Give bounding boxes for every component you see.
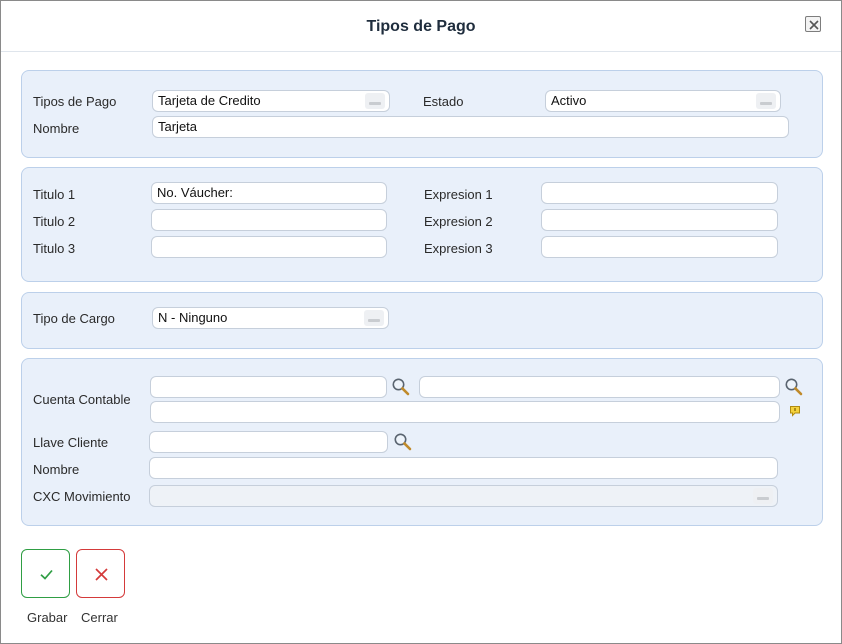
expresion-2-label: Expresion 2 [424, 214, 493, 229]
panel-tipo-cargo: Tipo de Cargo N - Ninguno [21, 292, 823, 349]
cuenta-contable-label: Cuenta Contable [33, 392, 131, 407]
close-icon[interactable] [805, 16, 821, 32]
magnifier-icon[interactable] [391, 377, 410, 396]
titulo-1-input[interactable]: No. Váucher: [151, 182, 387, 204]
panel-general: Tipos de Pago Tarjeta de Credito Estado … [21, 70, 823, 158]
tipos-de-pago-dialog: Tipos de Pago Tipos de Pago Tarjeta de C… [0, 0, 842, 644]
titulo-2-input[interactable] [151, 209, 387, 231]
tipo-de-cargo-value: N - Ninguno [158, 310, 228, 325]
llave-cliente-label: Llave Cliente [33, 435, 109, 450]
tipos-de-pago-value: Tarjeta de Credito [158, 93, 261, 108]
panel-contable: Cuenta Contable Llave Cliente Nombre CXC… [21, 358, 823, 526]
close-button-label[interactable]: Cerrar [81, 610, 118, 625]
nombre-cliente-label: Nombre [33, 462, 80, 477]
dialog-titlebar: Tipos de Pago [1, 1, 841, 52]
dropdown-arrow-icon[interactable] [365, 93, 385, 109]
save-button[interactable] [21, 549, 70, 598]
titulo-3-input[interactable] [151, 236, 387, 258]
note-icon[interactable] [789, 405, 801, 417]
titulo-1-label: Titulo 1 [33, 187, 76, 202]
cxc-movimiento-select[interactable] [149, 485, 778, 507]
titulo-3-label: Titulo 3 [33, 241, 76, 256]
nombre-cliente-input[interactable] [149, 457, 778, 479]
cxc-movimiento-label: CXC Movimiento [33, 489, 131, 504]
close-icon [95, 568, 108, 581]
tipo-de-cargo-select[interactable]: N - Ninguno [152, 307, 389, 329]
expresion-3-input[interactable] [541, 236, 778, 258]
nombre-input[interactable]: Tarjeta [152, 116, 789, 138]
cuenta-contable-name-input[interactable] [419, 376, 780, 398]
tipos-de-pago-label: Tipos de Pago [33, 94, 117, 109]
estado-select[interactable]: Activo [545, 90, 781, 112]
close-button[interactable] [76, 549, 125, 598]
panel-titulos: Titulo 1 No. Váucher: Titulo 2 Titulo 3 … [21, 167, 823, 282]
expresion-2-input[interactable] [541, 209, 778, 231]
estado-label: Estado [423, 94, 464, 109]
cuenta-contable-desc-input[interactable] [150, 401, 780, 423]
titulo-2-label: Titulo 2 [33, 214, 76, 229]
dropdown-arrow-icon[interactable] [753, 488, 773, 504]
expresion-3-label: Expresion 3 [424, 241, 493, 256]
magnifier-icon[interactable] [784, 377, 803, 396]
check-icon [40, 569, 53, 580]
estado-value: Activo [551, 93, 587, 108]
tipos-de-pago-select[interactable]: Tarjeta de Credito [152, 90, 390, 112]
dropdown-arrow-icon[interactable] [364, 310, 384, 326]
magnifier-icon[interactable] [393, 432, 412, 451]
tipo-de-cargo-label: Tipo de Cargo [33, 311, 115, 326]
dropdown-arrow-icon[interactable] [756, 93, 776, 109]
nombre-label: Nombre [33, 121, 80, 136]
cuenta-contable-code-input[interactable] [150, 376, 387, 398]
save-button-label[interactable]: Grabar [27, 610, 67, 625]
expresion-1-label: Expresion 1 [424, 187, 493, 202]
llave-cliente-input[interactable] [149, 431, 388, 453]
dialog-title: Tipos de Pago [366, 18, 476, 35]
expresion-1-input[interactable] [541, 182, 778, 204]
